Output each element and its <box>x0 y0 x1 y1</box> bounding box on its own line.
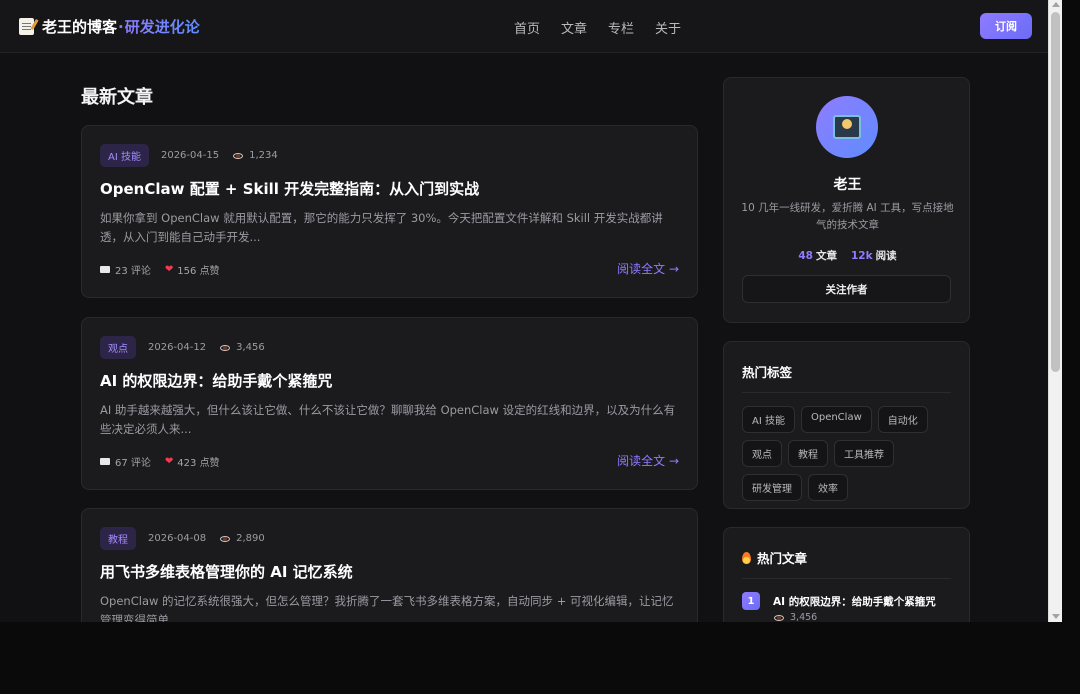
divider <box>742 392 951 393</box>
article-date: 2026-04-12 <box>148 342 207 353</box>
rank-badge: 1 <box>742 592 760 610</box>
brand-sub-text: 研发进化论 <box>124 18 200 36</box>
read-more-link[interactable]: 阅读全文 → <box>617 452 679 469</box>
article-title[interactable]: AI 的权限边界：给助手戴个紧箍咒 <box>100 370 332 391</box>
article-views: 3,456 <box>236 342 265 353</box>
stat-reads-num: 12k <box>851 250 873 262</box>
tag-chip[interactable]: AI 技能 <box>742 406 795 433</box>
article-footer: 67 评论 ❤ 423 点赞 <box>100 454 220 469</box>
window-bottom-edge <box>0 622 1080 694</box>
hot-articles-card: 热门文章 1 AI 的权限边界：给助手戴个紧箍咒 3,456 <box>723 527 970 622</box>
tag-chip[interactable]: 研发管理 <box>742 474 802 501</box>
vertical-scrollbar[interactable] <box>1048 0 1062 622</box>
follow-author-button[interactable]: 关注作者 <box>742 275 951 303</box>
hot-article-item[interactable]: 1 AI 的权限边界：给助手戴个紧箍咒 <box>742 592 936 610</box>
article-date: 2026-04-08 <box>148 533 207 544</box>
hot-articles-title-row: 热门文章 <box>742 548 807 567</box>
window-edge <box>1062 0 1080 622</box>
stat-articles: 48 文章 <box>798 248 837 263</box>
article-excerpt: 如果你拿到 OpenClaw 就用默认配置，那它的能力只发挥了 30%。今天把配… <box>100 211 663 244</box>
tags-title: 热门标签 <box>742 365 793 380</box>
nav-articles[interactable]: 文章 <box>561 18 587 37</box>
scrollbar-thumb[interactable] <box>1051 12 1060 372</box>
hot-articles-title: 热门文章 <box>757 551 808 566</box>
article-views: 2,890 <box>236 533 265 544</box>
browser-viewport: 老王的博客 · 研发进化论 首页 文章 专栏 关于 订阅 最新文章 AI 技能 … <box>0 0 1048 622</box>
hot-article-views: 3,456 <box>774 612 817 622</box>
article-meta: AI 技能 2026-04-15 1,234 <box>100 144 278 167</box>
article-views: 1,234 <box>249 150 278 161</box>
brand-logo[interactable]: 老王的博客 · 研发进化论 <box>19 16 200 37</box>
stat-reads: 12k 阅读 <box>851 248 897 263</box>
section-title: 最新文章 <box>81 87 153 108</box>
hot-article-title[interactable]: AI 的权限边界：给助手戴个紧箍咒 <box>773 594 936 610</box>
article-excerpt: AI 助手越来越强大，但什么该让它做、什么不该让它做？聊聊我给 OpenClaw… <box>100 403 676 436</box>
nav-about[interactable]: 关于 <box>655 18 681 37</box>
article-card[interactable]: AI 技能 2026-04-15 1,234 OpenClaw 配置 + Ski… <box>81 125 698 298</box>
tag-chip[interactable]: OpenClaw <box>800 406 872 433</box>
site-header: 老王的博客 · 研发进化论 首页 文章 专栏 关于 订阅 <box>0 0 1048 53</box>
article-footer: 23 评论 ❤ 156 点赞 <box>100 262 220 277</box>
tag-chip[interactable]: 观点 <box>742 440 782 467</box>
tag-list: AI 技能 OpenClaw 自动化 观点 教程 工具推荐 研发管理 效率 <box>742 406 957 501</box>
author-name: 老王 <box>833 177 862 193</box>
stat-articles-num: 48 <box>798 250 813 262</box>
article-meta: 观点 2026-04-12 3,456 <box>100 336 265 359</box>
divider <box>742 578 951 579</box>
avatar <box>816 96 878 158</box>
tag-chip[interactable]: 工具推荐 <box>834 440 894 467</box>
main-nav: 首页 文章 专栏 关于 <box>514 18 681 37</box>
article-tag[interactable]: 观点 <box>100 336 136 359</box>
subscribe-button[interactable]: 订阅 <box>980 13 1032 39</box>
article-title[interactable]: OpenClaw 配置 + Skill 开发完整指南：从入门到实战 <box>100 178 479 199</box>
read-more-link[interactable]: 阅读全文 → <box>617 260 679 277</box>
brand-main-text: 老王的博客 <box>42 18 118 36</box>
stat-reads-label: 阅读 <box>875 250 897 262</box>
article-date: 2026-04-15 <box>160 150 220 161</box>
brand-separator: · <box>118 17 124 36</box>
article-likes: 423 点赞 <box>177 458 220 469</box>
author-stats: 48 文章 12k 阅读 <box>724 248 971 263</box>
fire-icon <box>742 552 751 564</box>
article-comments: 67 评论 <box>115 458 151 469</box>
comment-icon <box>100 458 110 465</box>
memo-icon <box>19 18 34 35</box>
tag-chip[interactable]: 自动化 <box>877 406 928 433</box>
author-bio: 10 几年一线研发，爱折腾 AI 工具，写点接地气的技术文章 <box>741 202 954 231</box>
technologist-icon <box>833 115 861 139</box>
scroll-down-arrow-icon[interactable] <box>1052 614 1060 619</box>
article-title[interactable]: 用飞书多维表格管理你的 AI 记忆系统 <box>100 561 353 582</box>
article-tag[interactable]: AI 技能 <box>100 144 149 167</box>
eye-icon <box>233 152 244 159</box>
article-card[interactable]: 教程 2026-04-08 2,890 用飞书多维表格管理你的 AI 记忆系统 … <box>81 508 698 622</box>
comment-icon <box>100 266 110 273</box>
tag-chip[interactable]: 教程 <box>788 440 828 467</box>
article-excerpt: OpenClaw 的记忆系统很强大，但怎么管理？我折腾了一套飞书多维表格方案，自… <box>100 594 674 622</box>
article-meta: 教程 2026-04-08 2,890 <box>100 527 265 550</box>
nav-columns[interactable]: 专栏 <box>608 18 634 37</box>
stat-articles-label: 文章 <box>816 250 837 262</box>
author-card: 老王 10 几年一线研发，爱折腾 AI 工具，写点接地气的技术文章 48 文章 1… <box>723 77 970 323</box>
eye-icon <box>220 344 231 351</box>
nav-home[interactable]: 首页 <box>514 18 540 37</box>
article-comments: 23 评论 <box>115 266 151 277</box>
eye-icon <box>774 614 784 621</box>
scroll-up-arrow-icon[interactable] <box>1052 2 1060 7</box>
tags-card: 热门标签 AI 技能 OpenClaw 自动化 观点 教程 工具推荐 研发管理 … <box>723 341 970 509</box>
heart-icon: ❤ <box>164 456 174 467</box>
eye-icon <box>220 535 231 542</box>
article-card[interactable]: 观点 2026-04-12 3,456 AI 的权限边界：给助手戴个紧箍咒 AI… <box>81 317 698 490</box>
tag-chip[interactable]: 效率 <box>808 474 848 501</box>
hot-article-views-value: 3,456 <box>790 612 818 622</box>
article-likes: 156 点赞 <box>177 266 220 277</box>
article-tag[interactable]: 教程 <box>100 527 136 550</box>
heart-icon: ❤ <box>164 264 174 275</box>
